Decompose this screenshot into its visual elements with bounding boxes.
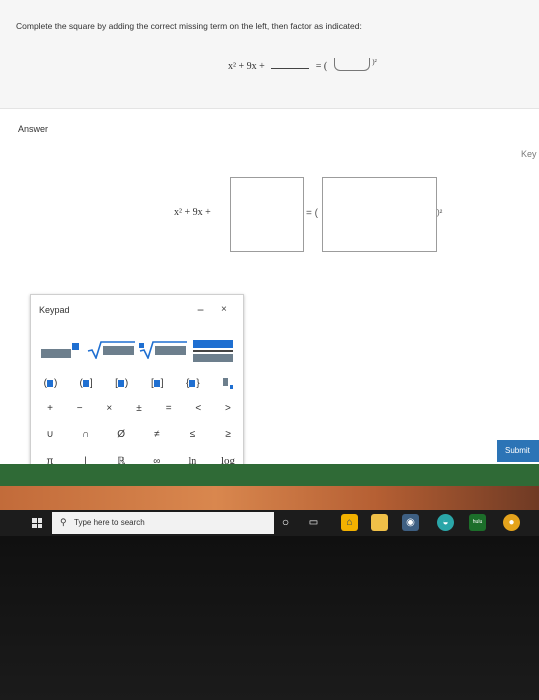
missing-term-input[interactable] <box>230 177 304 252</box>
not-equal-key[interactable]: ≠ <box>146 429 168 440</box>
photos-icon[interactable]: ◒ <box>437 514 454 531</box>
closed-interval-key[interactable]: [] <box>146 378 168 389</box>
answer-expr-left: x² + 9x + <box>174 207 211 218</box>
keypad-minimize-button[interactable]: − <box>197 303 204 317</box>
keypad-row-intervals: () (] [) [] {} <box>39 377 239 389</box>
half-open-right-key[interactable]: [) <box>110 378 132 389</box>
plus-key[interactable]: + <box>39 403 61 414</box>
search-icon: ⚲ <box>60 517 67 527</box>
times-key[interactable]: × <box>98 403 120 414</box>
empty-set-key[interactable]: Ø <box>110 429 132 440</box>
factor-input[interactable] <box>322 177 437 252</box>
keypad-panel: Keypad − × () (] [) [] {} + − × ± = < > … <box>30 294 244 480</box>
question-panel: Complete the square by adding the correc… <box>0 0 539 109</box>
edge-icon[interactable]: ⌂ <box>341 514 358 531</box>
plus-minus-key[interactable]: ± <box>128 403 150 414</box>
hulu-icon[interactable]: hulu <box>469 514 486 531</box>
half-open-left-key[interactable]: (] <box>75 378 97 389</box>
greater-than-key[interactable]: > <box>217 403 239 414</box>
question-expr-close: )² <box>372 58 377 66</box>
task-view-icon[interactable]: ▭ <box>305 514 322 531</box>
camera-icon[interactable]: ◉ <box>402 514 419 531</box>
submit-button[interactable]: Submit <box>497 440 539 462</box>
keypad-row-sets: ∪ ∩ Ø ≠ ≤ ≥ <box>39 429 239 440</box>
equals-key[interactable]: = <box>158 403 180 414</box>
key-link[interactable]: Key <box>521 149 537 159</box>
windows-taskbar: ⚲ Type here to search ○ ▭ ⌂ ◉ ◒ hulu ● <box>0 510 539 536</box>
less-than-key[interactable]: < <box>187 403 209 414</box>
question-expr-left: x² + 9x + <box>228 61 265 72</box>
sqrt-template-key[interactable] <box>87 341 137 361</box>
question-prompt: Complete the square by adding the correc… <box>16 21 362 31</box>
subscript-template-key[interactable] <box>217 377 239 389</box>
set-braces-key[interactable]: {} <box>181 378 203 389</box>
question-blank <box>271 59 310 69</box>
taskbar-search-box[interactable]: ⚲ Type here to search <box>52 512 274 534</box>
intersection-key[interactable]: ∩ <box>75 429 97 440</box>
browser-screen: Complete the square by adding the correc… <box>0 0 539 510</box>
keypad-title: Keypad <box>39 305 70 315</box>
less-equal-key[interactable]: ≤ <box>181 429 203 440</box>
question-expr-equals: = ( <box>315 61 328 72</box>
keypad-row-operators: + − × ± = < > <box>39 403 239 414</box>
nth-root-template-key[interactable] <box>139 341 189 361</box>
fraction-template-key[interactable] <box>193 340 233 362</box>
taskbar-search-placeholder: Type here to search <box>74 518 145 527</box>
keypad-close-button[interactable]: × <box>221 304 227 315</box>
superscript-template-key[interactable] <box>41 343 81 359</box>
open-interval-key[interactable]: () <box>39 378 61 389</box>
page-footer-band <box>0 464 539 486</box>
answer-label: Answer <box>18 124 49 134</box>
desktop-wallpaper-strip <box>0 486 539 510</box>
windows-start-icon[interactable] <box>32 518 42 528</box>
chrome-icon[interactable]: ● <box>503 514 520 531</box>
union-key[interactable]: ∪ <box>39 429 61 440</box>
file-explorer-icon[interactable] <box>371 514 388 531</box>
question-paren-slot <box>333 58 370 71</box>
monitor-bezel <box>0 536 539 700</box>
greater-equal-key[interactable]: ≥ <box>217 429 239 440</box>
minus-key[interactable]: − <box>69 403 91 414</box>
cortana-icon[interactable]: ○ <box>277 514 294 531</box>
question-expression: x² + 9x + = ( )² <box>228 58 377 72</box>
answer-expr-close: )² <box>437 208 443 217</box>
answer-expr-equals: = ( <box>306 208 318 219</box>
